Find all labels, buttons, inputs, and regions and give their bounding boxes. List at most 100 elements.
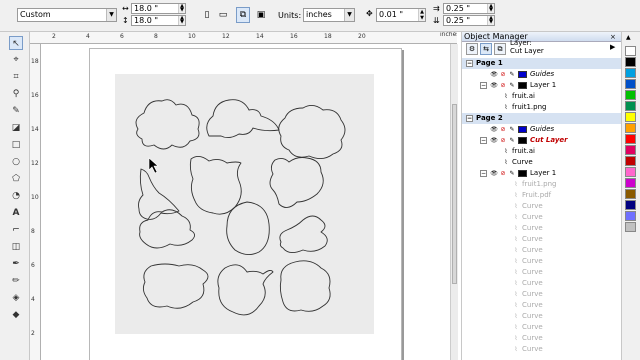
docker-close-icon[interactable]: × [610,33,616,41]
height-spinner[interactable]: ▲ ▼ [178,16,185,25]
tree-row-faded[interactable]: ⌇ Curve [462,311,622,322]
page-preset-select[interactable]: Custom ▼ [17,8,117,22]
layer-color-swatch[interactable] [518,137,527,144]
dup-y-spinner[interactable]: ▲ ▼ [487,16,494,25]
nudge-input[interactable]: 0.01 " ▲ ▼ [376,8,426,22]
freehand-tool-icon[interactable]: ✎ [9,104,23,118]
lock-icon[interactable]: ✎ [508,71,516,78]
landscape-button[interactable]: ▭ [216,7,230,23]
lock-icon[interactable]: ✎ [508,137,516,144]
palette-swatch[interactable] [625,101,636,111]
rectangle-tool-icon[interactable]: □ [9,138,23,152]
tree-row-guides[interactable]: 👁 ⊘ ✎ Guides [462,124,622,135]
palette-swatch[interactable] [625,134,636,144]
tree-row-faded[interactable]: ⌇ Curve [462,344,622,355]
duplicate-y-input[interactable]: 0.25 " ▲ ▼ [443,15,495,26]
tree-row-layer[interactable]: − 👁 ⊘ ✎ Layer 1 [462,168,622,179]
palette-swatch[interactable] [625,167,636,177]
palette-swatch[interactable] [625,145,636,155]
show-object-props-icon[interactable]: ⇆ [480,43,492,55]
nudge-spinner[interactable]: ▲ ▼ [418,9,425,21]
tree-row-faded[interactable]: ⌇ Curve [462,278,622,289]
palette-swatch[interactable] [625,222,636,232]
layer-color-swatch[interactable] [518,126,527,133]
print-disabled-icon[interactable]: ⊘ [499,170,507,177]
print-disabled-icon[interactable]: ⊘ [499,126,507,133]
palette-swatch[interactable] [625,46,636,56]
tree-row-faded[interactable]: ⌇ Curve [462,267,622,278]
interactive-fill-tool-icon[interactable]: ◆ [9,308,23,322]
tree-row-faded[interactable]: ⌇ fruit1.png [462,179,622,190]
lock-icon[interactable]: ✎ [508,170,516,177]
tree-row-faded[interactable]: ⌇ Curve [462,322,622,333]
layer-color-swatch[interactable] [518,82,527,89]
palette-scroll-up-icon[interactable]: ▲ [626,34,631,41]
tree-row-faded[interactable]: ⌇ Curve [462,333,622,344]
crop-tool-icon[interactable]: ⌗ [9,70,23,84]
layer-properties-icon[interactable]: ⚙ [466,43,478,55]
palette-swatch[interactable] [625,178,636,188]
duplicate-x-input[interactable]: 0.25 " ▲ ▼ [443,3,495,14]
width-spinner[interactable]: ▲ ▼ [178,4,185,13]
palette-swatch[interactable] [625,68,636,78]
scrollbar-thumb[interactable] [452,104,457,284]
dup-x-spinner[interactable]: ▲ ▼ [487,4,494,13]
current-page-button[interactable]: ▣ [254,7,268,23]
tree-row-item[interactable]: ⌇ fruit.ai [462,91,622,102]
edit-across-layers-icon[interactable]: ⧉ [494,43,506,55]
palette-swatch[interactable] [625,211,636,221]
fill-tool-icon[interactable]: ◈ [9,291,23,305]
tree-row-guides[interactable]: 👁 ⊘ ✎ Guides [462,69,622,80]
outline-tool-icon[interactable]: ✏ [9,274,23,288]
page-height-input[interactable]: 18.0 " ▲ ▼ [131,15,186,26]
tree-row-faded[interactable]: ⌇ Curve [462,212,622,223]
collapse-icon[interactable]: − [480,82,487,89]
all-pages-button[interactable]: ⧉ [236,7,250,23]
palette-swatch[interactable] [625,112,636,122]
tree-row-item[interactable]: ⌇ fruit1.png [462,102,622,113]
palette-swatch[interactable] [625,156,636,166]
palette-swatch[interactable] [625,200,636,210]
units-select[interactable]: inches ▼ [303,8,355,22]
tree-row-faded[interactable]: ⌇ Curve [462,223,622,234]
palette-swatch[interactable] [625,90,636,100]
eye-icon[interactable]: 👁 [490,170,498,177]
palette-swatch[interactable] [625,189,636,199]
eye-icon[interactable]: 👁 [490,82,498,89]
eye-icon[interactable]: 👁 [490,126,498,133]
eye-icon[interactable]: 👁 [490,71,498,78]
tree-row-faded[interactable]: ⌇ Fruit.pdf [462,190,622,201]
eyedropper-tool-icon[interactable]: ✒ [9,257,23,271]
connector-tool-icon[interactable]: ⌐ [9,223,23,237]
collapse-icon[interactable]: − [466,60,473,67]
pick-tool-icon[interactable]: ↖ [9,36,23,50]
tree-row-faded[interactable]: ⌇ Curve [462,300,622,311]
lock-icon[interactable]: ✎ [508,82,516,89]
vertical-ruler[interactable]: 18 16 14 12 10 8 6 4 2 [30,44,41,360]
vertical-scrollbar[interactable] [450,44,458,360]
tree-row-item[interactable]: ⌇ fruit.ai [462,146,622,157]
smart-fill-tool-icon[interactable]: ◪ [9,121,23,135]
tree-row-item[interactable]: ⌇ Curve [462,157,622,168]
palette-swatch[interactable] [625,123,636,133]
horizontal-ruler[interactable]: 2 4 6 8 10 12 14 16 18 20 inches [30,32,457,44]
collapse-icon[interactable]: − [480,170,487,177]
tree-row-page[interactable]: − Page 1 [462,58,622,69]
palette-swatch[interactable] [625,79,636,89]
layer-color-swatch[interactable] [518,71,527,78]
page-width-input[interactable]: 18.0 " ▲ ▼ [131,3,186,14]
print-disabled-icon[interactable]: ⊘ [499,137,507,144]
print-disabled-icon[interactable]: ⊘ [499,82,507,89]
zoom-tool-icon[interactable]: ⚲ [9,87,23,101]
tree-row-layer[interactable]: − 👁 ⊘ ✎ Layer 1 [462,80,622,91]
tree-row-page[interactable]: − Page 2 [462,113,622,124]
tree-row-cutlayer[interactable]: − 👁 ⊘ ✎ Cut Layer [462,135,622,146]
tree-row-faded[interactable]: ⌇ Curve [462,234,622,245]
text-tool-icon[interactable]: A [9,206,23,220]
collapse-icon[interactable]: − [480,137,487,144]
shape-tool-icon[interactable]: ⌖ [9,53,23,67]
drawing-canvas[interactable] [41,44,450,360]
basic-shapes-tool-icon[interactable]: ◔ [9,189,23,203]
portrait-button[interactable]: ▯ [200,7,214,23]
collapse-icon[interactable]: − [466,115,473,122]
